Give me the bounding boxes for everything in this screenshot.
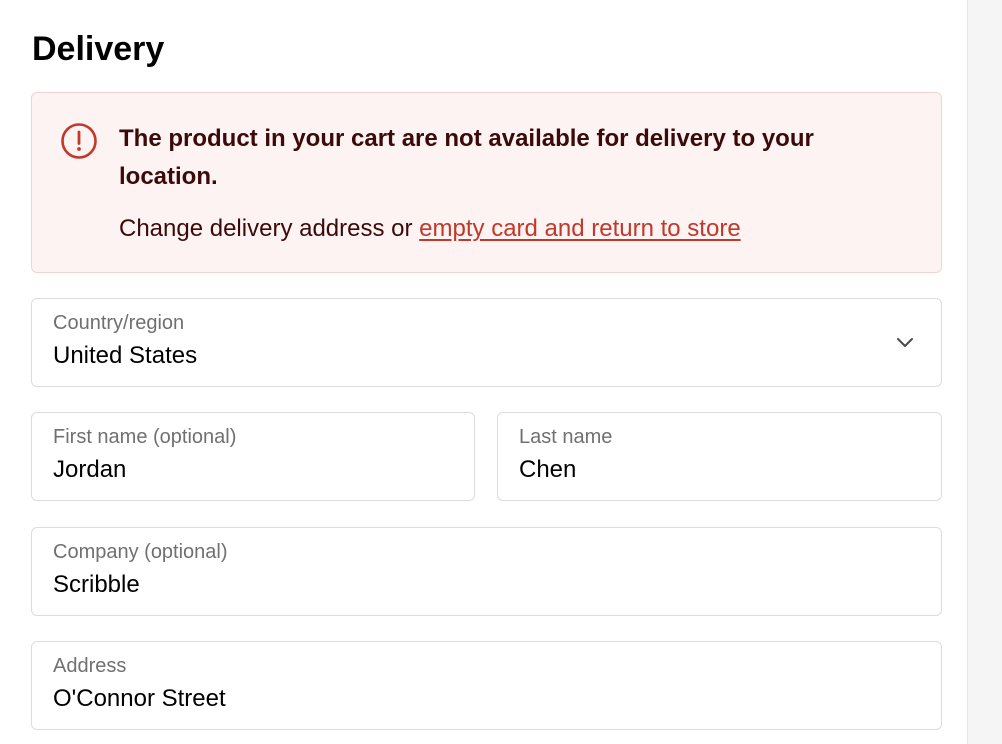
first-name-field[interactable]: First name (optional) Jordan (31, 412, 475, 501)
alert-message-text: Change delivery address or (119, 215, 420, 242)
last-name-label: Last name (519, 426, 613, 448)
country-select[interactable]: Country/region United States (31, 298, 942, 387)
alert-circle-icon (60, 122, 98, 160)
country-value: United States (53, 342, 198, 369)
first-name-label: First name (optional) (53, 426, 237, 448)
checkout-delivery-page: Delivery The product in your cart are no… (0, 0, 1002, 744)
empty-cart-link[interactable]: empty card and return to store (419, 215, 741, 242)
first-name-value: Jordan (53, 456, 127, 483)
company-label: Company (optional) (53, 541, 228, 563)
alert-message: Change delivery address or empty card an… (119, 210, 741, 248)
address-label: Address (53, 655, 127, 677)
page-title: Delivery (32, 30, 165, 68)
address-field[interactable]: Address O'Connor Street (31, 641, 942, 730)
company-value: Scribble (53, 571, 140, 598)
order-summary-edge (967, 0, 1002, 744)
last-name-value: Chen (519, 456, 577, 483)
country-label: Country/region (53, 312, 185, 334)
company-field[interactable]: Company (optional) Scribble (31, 527, 942, 616)
alert-title: The product in your cart are not availab… (119, 125, 814, 190)
last-name-field[interactable]: Last name Chen (497, 412, 942, 501)
address-value: O'Connor Street (53, 685, 226, 712)
delivery-error-banner: The product in your cart are not availab… (31, 92, 942, 273)
chevron-down-icon (895, 335, 915, 349)
